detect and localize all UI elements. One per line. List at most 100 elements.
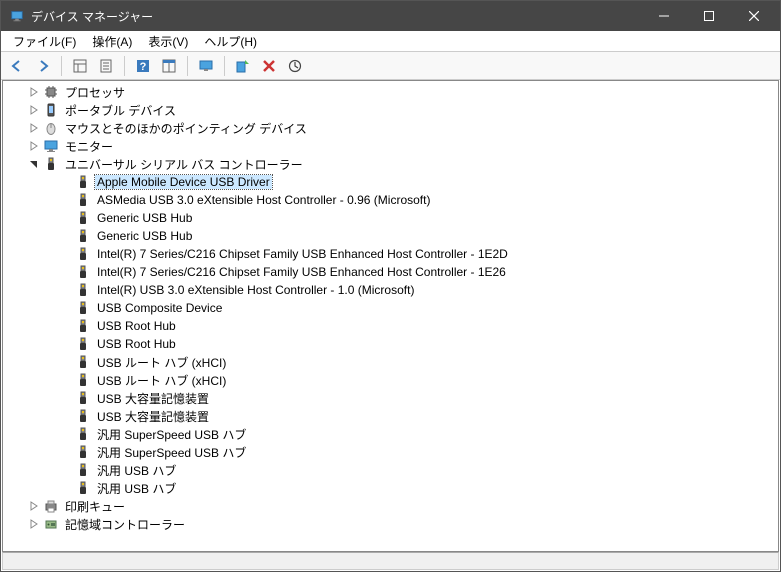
usb-icon	[75, 264, 91, 280]
help-button[interactable]: ?	[131, 54, 155, 78]
usb-icon	[43, 156, 59, 172]
printer-icon	[43, 498, 59, 514]
expander-spacer	[59, 175, 73, 189]
menu-action[interactable]: 操作(A)	[84, 31, 140, 52]
tree-device[interactable]: ASMedia USB 3.0 eXtensible Host Controll…	[3, 191, 778, 209]
device-label: USB 大容量記憶装置	[95, 390, 211, 407]
category-label: ユニバーサル シリアル バス コントローラー	[63, 156, 305, 173]
tree-device[interactable]: USB ルート ハブ (xHCI)	[3, 353, 778, 371]
expander-icon[interactable]	[27, 157, 41, 171]
toolbar-separator	[224, 56, 225, 76]
device-label: 汎用 SuperSpeed USB ハブ	[95, 444, 248, 461]
expander-spacer	[59, 265, 73, 279]
category-label: ポータブル デバイス	[63, 102, 178, 119]
close-button[interactable]	[731, 1, 776, 31]
category-label: 印刷キュー	[63, 498, 127, 515]
expander-spacer	[59, 445, 73, 459]
expander-icon[interactable]	[27, 103, 41, 117]
expander-spacer	[59, 409, 73, 423]
tree-device[interactable]: 汎用 USB ハブ	[3, 479, 778, 497]
minimize-button[interactable]	[641, 1, 686, 31]
expander-spacer	[59, 319, 73, 333]
tree-category[interactable]: プロセッサ	[3, 83, 778, 101]
expander-icon[interactable]	[27, 85, 41, 99]
toolbar: ?	[1, 52, 780, 80]
tree-category[interactable]: 記憶域コントローラー	[3, 515, 778, 533]
tree-device[interactable]: USB Root Hub	[3, 317, 778, 335]
usb-icon	[75, 354, 91, 370]
menu-view[interactable]: 表示(V)	[140, 31, 196, 52]
device-label: 汎用 USB ハブ	[95, 480, 178, 497]
forward-button[interactable]	[31, 54, 55, 78]
tree-device[interactable]: Intel(R) 7 Series/C216 Chipset Family US…	[3, 263, 778, 281]
device-label: Generic USB Hub	[95, 229, 194, 243]
tree-device[interactable]: USB ルート ハブ (xHCI)	[3, 371, 778, 389]
expander-spacer	[59, 193, 73, 207]
expander-spacer	[59, 427, 73, 441]
tree-device[interactable]: Generic USB Hub	[3, 227, 778, 245]
expander-icon[interactable]	[27, 139, 41, 153]
mouse-icon	[43, 120, 59, 136]
toolbar-separator	[124, 56, 125, 76]
device-label: 汎用 SuperSpeed USB ハブ	[95, 426, 248, 443]
tree-device[interactable]: Generic USB Hub	[3, 209, 778, 227]
usb-icon	[75, 300, 91, 316]
usb-icon	[75, 390, 91, 406]
device-label: Apple Mobile Device USB Driver	[95, 175, 272, 189]
back-button[interactable]	[5, 54, 29, 78]
expander-spacer	[59, 481, 73, 495]
columns-button[interactable]	[157, 54, 181, 78]
device-label: USB ルート ハブ (xHCI)	[95, 354, 228, 371]
usb-icon	[75, 174, 91, 190]
device-label: 汎用 USB ハブ	[95, 462, 178, 479]
tree-device[interactable]: 汎用 USB ハブ	[3, 461, 778, 479]
usb-icon	[75, 480, 91, 496]
tree-device[interactable]: Intel(R) USB 3.0 eXtensible Host Control…	[3, 281, 778, 299]
scan-button[interactable]	[231, 54, 255, 78]
usb-icon	[75, 318, 91, 334]
tree-device[interactable]: 汎用 SuperSpeed USB ハブ	[3, 425, 778, 443]
usb-icon	[75, 408, 91, 424]
tree-device[interactable]: USB 大容量記憶装置	[3, 389, 778, 407]
expander-icon[interactable]	[27, 121, 41, 135]
tree-category[interactable]: ユニバーサル シリアル バス コントローラー	[3, 155, 778, 173]
device-tree-panel[interactable]: プロセッサポータブル デバイスマウスとそのほかのポインティング デバイスモニター…	[2, 80, 779, 552]
view-button[interactable]	[68, 54, 92, 78]
monitor-button[interactable]	[194, 54, 218, 78]
usb-icon	[75, 282, 91, 298]
window-controls	[641, 1, 776, 31]
device-label: USB ルート ハブ (xHCI)	[95, 372, 228, 389]
tree-category[interactable]: マウスとそのほかのポインティング デバイス	[3, 119, 778, 137]
monitor-icon	[43, 138, 59, 154]
tree-device[interactable]: Intel(R) 7 Series/C216 Chipset Family US…	[3, 245, 778, 263]
tree-device[interactable]: Apple Mobile Device USB Driver	[3, 173, 778, 191]
tree-device[interactable]: USB Root Hub	[3, 335, 778, 353]
category-label: プロセッサ	[63, 84, 127, 101]
usb-icon	[75, 336, 91, 352]
device-label: USB Root Hub	[95, 337, 178, 351]
category-label: モニター	[63, 138, 115, 155]
properties-button[interactable]	[94, 54, 118, 78]
expander-icon[interactable]	[27, 517, 41, 531]
expander-spacer	[59, 283, 73, 297]
device-label: USB Root Hub	[95, 319, 178, 333]
category-label: マウスとそのほかのポインティング デバイス	[63, 120, 309, 137]
update-button[interactable]	[283, 54, 307, 78]
expander-spacer	[59, 337, 73, 351]
tree-device[interactable]: 汎用 SuperSpeed USB ハブ	[3, 443, 778, 461]
statusbar	[2, 552, 779, 570]
expander-spacer	[59, 463, 73, 477]
maximize-button[interactable]	[686, 1, 731, 31]
menu-file[interactable]: ファイル(F)	[5, 31, 84, 52]
tree-device[interactable]: USB 大容量記憶装置	[3, 407, 778, 425]
tree-category[interactable]: 印刷キュー	[3, 497, 778, 515]
usb-icon	[75, 462, 91, 478]
tree-category[interactable]: ポータブル デバイス	[3, 101, 778, 119]
tree-category[interactable]: モニター	[3, 137, 778, 155]
device-tree: プロセッサポータブル デバイスマウスとそのほかのポインティング デバイスモニター…	[3, 81, 778, 535]
expander-icon[interactable]	[27, 499, 41, 513]
tree-device[interactable]: USB Composite Device	[3, 299, 778, 317]
expander-spacer	[59, 301, 73, 315]
menu-help[interactable]: ヘルプ(H)	[196, 31, 265, 52]
remove-button[interactable]	[257, 54, 281, 78]
